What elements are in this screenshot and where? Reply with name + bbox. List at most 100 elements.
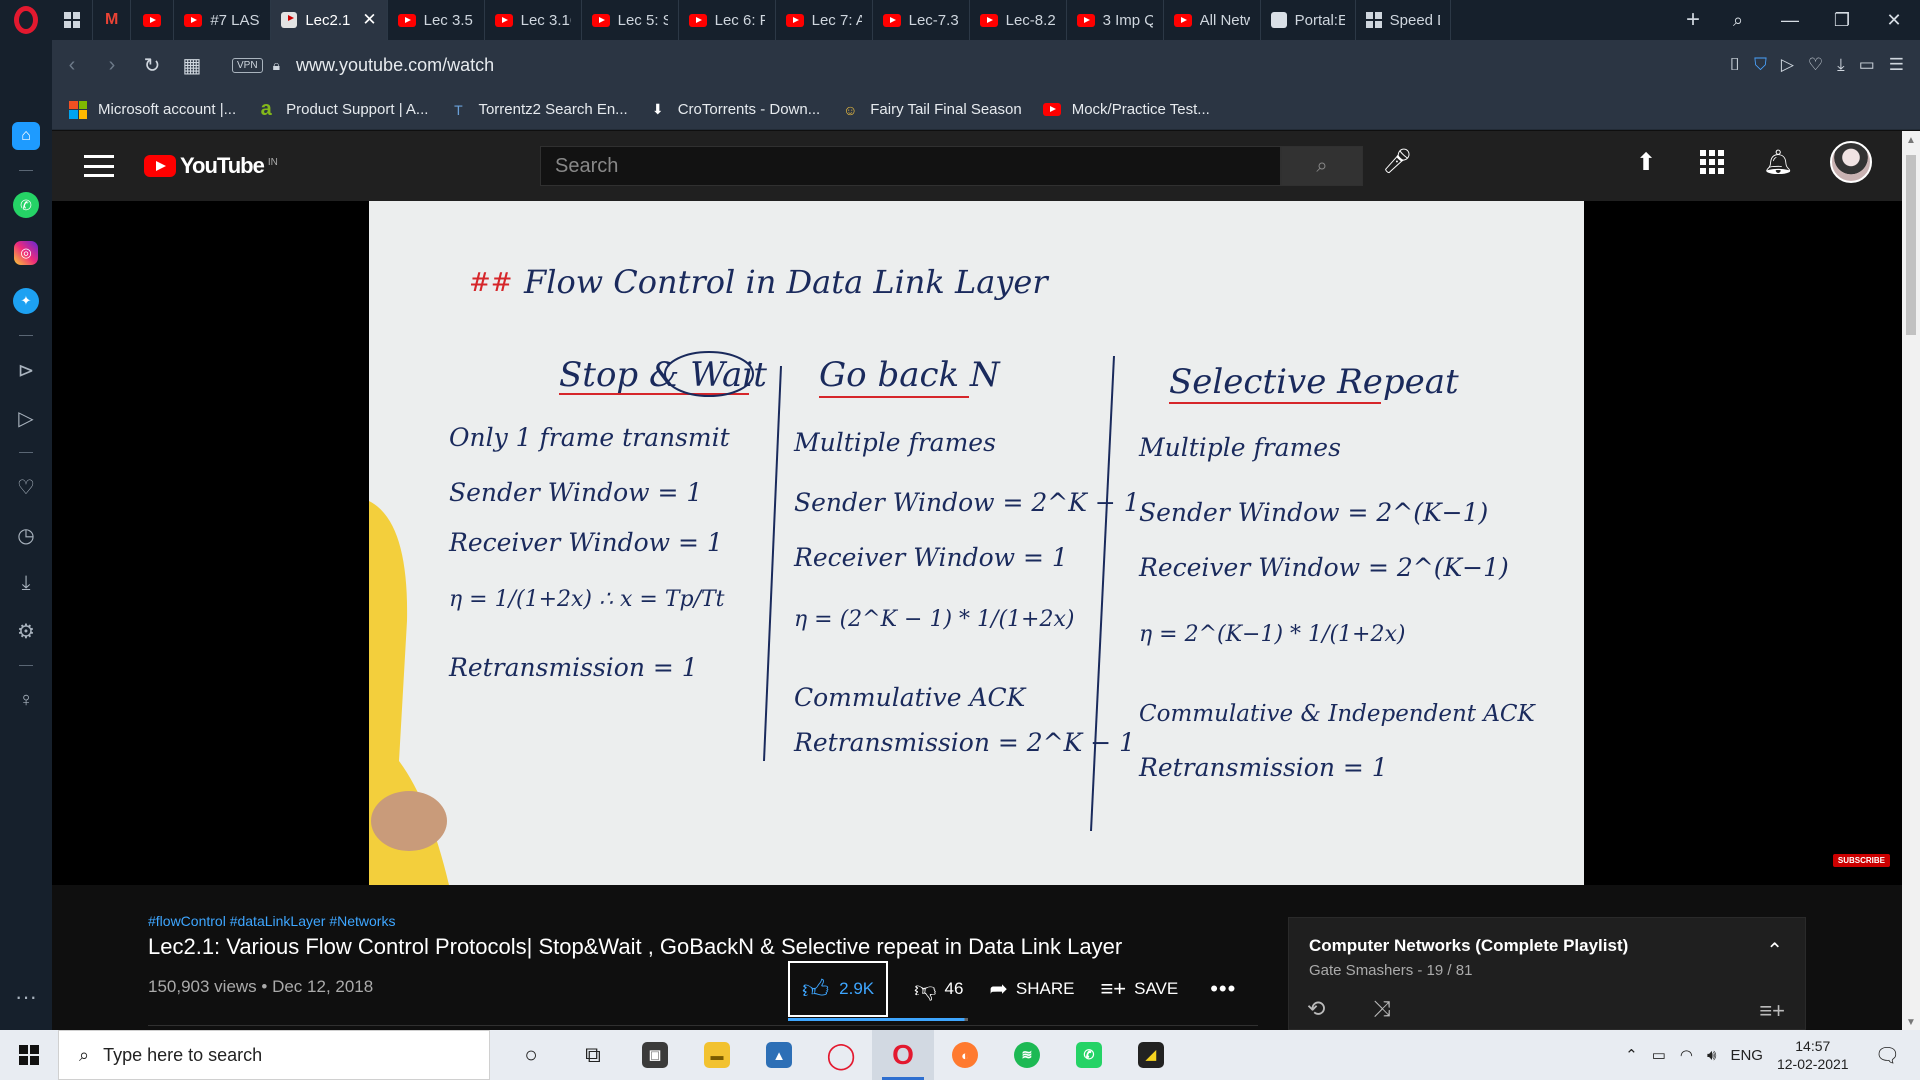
player-button[interactable]: ⊳: [0, 346, 52, 394]
heart-icon[interactable]: ♡: [1808, 55, 1823, 75]
opera-menu-button[interactable]: [0, 0, 52, 40]
taskbar-search[interactable]: ⌕ Type here to search: [58, 1030, 490, 1080]
opera-gx-button[interactable]: ◯: [810, 1030, 872, 1080]
clock[interactable]: 14:57 12-02-2021: [1777, 1037, 1849, 1073]
browser-tab[interactable]: Portal:Equ: [1261, 0, 1356, 40]
voice-search-button[interactable]: 🎤︎: [1382, 147, 1412, 176]
action-center-icon[interactable]: 🗨︎: [1875, 1043, 1900, 1068]
bookmark-item[interactable]: T Torrentz2 Search En...: [448, 100, 628, 120]
instagram-button[interactable]: ◎: [0, 229, 52, 277]
scroll-thumb[interactable]: [1906, 155, 1916, 335]
start-button[interactable]: [0, 1030, 58, 1080]
video-frame[interactable]: ## Flow Control in Data Link Layer Stop …: [369, 201, 1584, 885]
lock-icon[interactable]: 🔒︎: [273, 57, 280, 74]
store-button[interactable]: ▣: [624, 1030, 686, 1080]
new-tab-button[interactable]: +: [1674, 6, 1712, 34]
search-input[interactable]: [540, 146, 1281, 186]
downloads-button[interactable]: ⤓: [0, 559, 52, 607]
browser-tab[interactable]: Lec2.1 ✕: [271, 0, 388, 40]
tips-button[interactable]: ♀: [0, 676, 52, 724]
settings-button[interactable]: ⚙: [0, 607, 52, 655]
flow-button[interactable]: ▷: [0, 394, 52, 442]
task-view-button[interactable]: ⧉: [562, 1030, 624, 1080]
battery-icon[interactable]: ▭: [1652, 1046, 1666, 1064]
bookmark-item[interactable]: Mock/Practice Test...: [1042, 100, 1210, 120]
browser-tab[interactable]: #7 LAST L: [174, 0, 272, 40]
url-field[interactable]: www.youtube.com/watch: [296, 55, 1730, 76]
speed-dial-button[interactable]: ⌂: [0, 112, 52, 160]
bookmark-item[interactable]: ☺ Fairy Tail Final Season: [840, 100, 1022, 120]
back-button[interactable]: ‹: [52, 54, 92, 77]
restore-button[interactable]: ❐: [1816, 10, 1868, 31]
spotify-button[interactable]: ≋: [996, 1030, 1058, 1080]
minimize-button[interactable]: —: [1764, 10, 1816, 31]
save-playlist-button[interactable]: ≡+: [1759, 998, 1785, 1024]
browser-tab[interactable]: All Netwo: [1164, 0, 1261, 40]
share-button[interactable]: ➦ SHARE: [989, 976, 1074, 1002]
browser-tab[interactable]: Lec 3.5: Fi: [388, 0, 485, 40]
scroll-up-arrow-icon[interactable]: ▲: [1906, 135, 1916, 146]
bookmark-item[interactable]: ⬇ CroTorrents - Down...: [648, 100, 820, 120]
playlist-title[interactable]: Computer Networks (Complete Playlist): [1309, 936, 1628, 956]
close-window-button[interactable]: ✕: [1868, 10, 1920, 31]
loop-playlist-button[interactable]: ⟲: [1307, 996, 1325, 1022]
bookmarks-button[interactable]: ♡: [0, 463, 52, 511]
chevron-up-icon[interactable]: ⌃: [1625, 1046, 1638, 1064]
like-button[interactable]: 👍︎ 2.9K: [788, 961, 889, 1017]
snapshot-icon[interactable]: ⌷: [1730, 55, 1740, 75]
history-button[interactable]: ◷: [0, 511, 52, 559]
volume-icon[interactable]: 🔊︎: [1707, 1047, 1716, 1064]
whatsapp-taskbar-button[interactable]: ✆: [1058, 1030, 1120, 1080]
search-button[interactable]: ⌕: [1281, 146, 1363, 186]
upload-button[interactable]: ⬆: [1632, 148, 1660, 176]
youtube-logo[interactable]: YouTube IN: [144, 153, 278, 179]
scroll-down-arrow-icon[interactable]: ▼: [1906, 1017, 1916, 1028]
notifications-button[interactable]: 🔔︎: [1763, 148, 1793, 176]
sidebar-more-button[interactable]: ···: [15, 984, 37, 1010]
bookmark-item[interactable]: Microsoft account |...: [68, 100, 236, 120]
tab-grid-icon[interactable]: ▦: [172, 53, 212, 78]
browser-tab[interactable]: [52, 0, 93, 40]
browser-tab[interactable]: Lec 6: Pre: [679, 0, 776, 40]
firefox-button[interactable]: ◐: [934, 1030, 996, 1080]
vpn-badge[interactable]: VPN: [232, 57, 263, 73]
browser-tab[interactable]: Lec 3.16: \: [485, 0, 582, 40]
download-icon[interactable]: ⤓: [1837, 55, 1845, 75]
browser-tab[interactable]: Lec 7: Apr: [776, 0, 873, 40]
send-icon[interactable]: ▷: [1781, 55, 1794, 75]
photos-button[interactable]: ▲: [748, 1030, 810, 1080]
avatar[interactable]: [1830, 141, 1872, 183]
reload-button[interactable]: ↻: [132, 53, 172, 78]
easy-setup-icon[interactable]: ☰: [1889, 55, 1904, 75]
subscribe-watermark[interactable]: SUBSCRIBE: [1832, 854, 1890, 867]
more-actions-button[interactable]: •••: [1210, 976, 1236, 1002]
search-tabs-icon[interactable]: ⌕: [1712, 10, 1764, 31]
browser-tab[interactable]: 3 Imp Qu: [1067, 0, 1164, 40]
video-player[interactable]: ## Flow Control in Data Link Layer Stop …: [52, 201, 1902, 885]
whatsapp-button[interactable]: ✆: [0, 181, 52, 229]
shuffle-playlist-button[interactable]: ⤨: [1373, 996, 1391, 1022]
browser-tab[interactable]: Lec-8.2: Ir: [970, 0, 1067, 40]
opera-button[interactable]: O: [872, 1030, 934, 1080]
apps-button[interactable]: [1698, 148, 1726, 176]
wifi-icon[interactable]: ◠: [1680, 1046, 1693, 1064]
browser-tab[interactable]: M: [93, 0, 132, 40]
battery-saver-icon[interactable]: ▭: [1859, 55, 1875, 75]
collapse-playlist-button[interactable]: ⌃: [1766, 938, 1783, 963]
browser-tab[interactable]: Lec 5: Ses: [582, 0, 679, 40]
playlist-subtitle[interactable]: Gate Smashers - 19 / 81: [1309, 962, 1472, 979]
save-button[interactable]: ≡+ SAVE: [1100, 976, 1178, 1002]
cortana-button[interactable]: ○: [500, 1030, 562, 1080]
page-scrollbar[interactable]: ▲ ▼: [1902, 131, 1920, 1030]
forward-button[interactable]: ›: [92, 54, 132, 77]
shield-icon[interactable]: ⛉: [1754, 55, 1767, 75]
guide-menu-button[interactable]: [84, 155, 114, 177]
file-explorer-button[interactable]: ▬: [686, 1030, 748, 1080]
browser-tab[interactable]: Speed Di: [1356, 0, 1451, 40]
browser-tab[interactable]: [131, 0, 175, 40]
dislike-button[interactable]: 👎︎ 46: [914, 976, 963, 1003]
language-indicator[interactable]: ENG: [1730, 1047, 1763, 1064]
browser-tab[interactable]: Lec-7.3: H: [873, 0, 970, 40]
close-tab-icon[interactable]: ✕: [362, 10, 376, 30]
sticky-notes-button[interactable]: ◢: [1120, 1030, 1182, 1080]
